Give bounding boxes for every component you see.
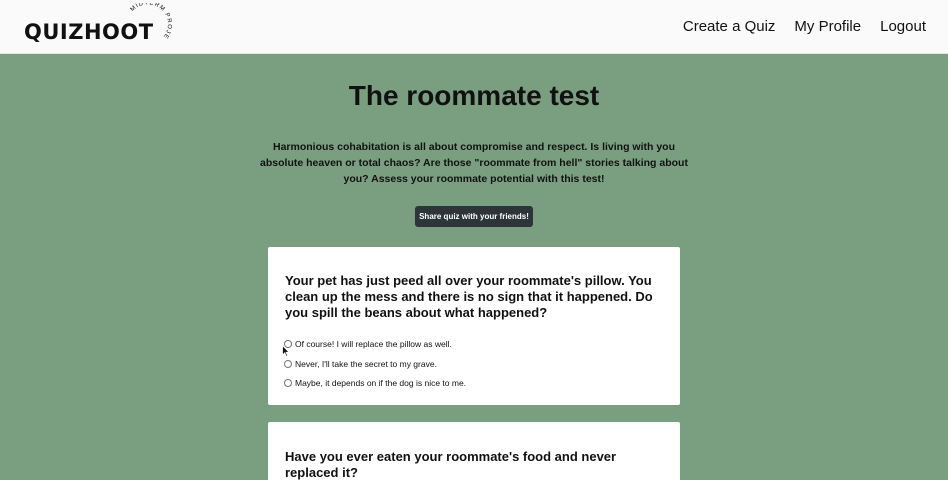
nav-links: Create a Quiz My Profile Logout (683, 18, 926, 35)
nav-link-logout[interactable]: Logout (880, 18, 926, 35)
answer-option-3[interactable]: Maybe, it depends on if the dog is nice … (284, 378, 466, 388)
answer-label-3: Maybe, it depends on if the dog is nice … (295, 378, 467, 388)
nav-link-create-quiz[interactable]: Create a Quiz (683, 18, 776, 35)
answer-radio-3[interactable] (284, 379, 292, 387)
logo[interactable]: QUIZHOOT MIDTERM PROJECT (24, 3, 182, 47)
answer-radio-2[interactable] (284, 360, 292, 368)
question-text-1: Your pet has just peed all over your roo… (285, 273, 653, 320)
nav-link-my-profile[interactable]: My Profile (794, 18, 861, 35)
logo-badge-icon: MIDTERM PROJECT (119, 3, 181, 40)
question-card-2: Have you ever eaten your roommate's food… (268, 422, 680, 480)
quiz-title: The roommate test (348, 80, 600, 111)
share-quiz-button[interactable]: Share quiz with your friends! (415, 206, 533, 227)
svg-text:MIDTERM PROJECT: MIDTERM PROJECT (119, 3, 181, 40)
answer-option-1[interactable]: Of course! I will replace the pillow as … (284, 339, 452, 349)
navbar: QUIZHOOT MIDTERM PROJECT Create a Quiz M… (0, 0, 948, 54)
answer-label-2: Never, I'll take the secret to my grave. (295, 359, 437, 369)
answer-option-2[interactable]: Never, I'll take the secret to my grave. (284, 359, 437, 369)
quiz-description: Harmonious cohabitation is all about com… (260, 141, 688, 185)
question-card-1: Your pet has just peed all over your roo… (268, 247, 680, 405)
question-text-2: Have you ever eaten your roommate's food… (285, 449, 617, 480)
answer-label-1: Of course! I will replace the pillow as … (295, 339, 452, 349)
mouse-pointer-icon (282, 345, 290, 357)
